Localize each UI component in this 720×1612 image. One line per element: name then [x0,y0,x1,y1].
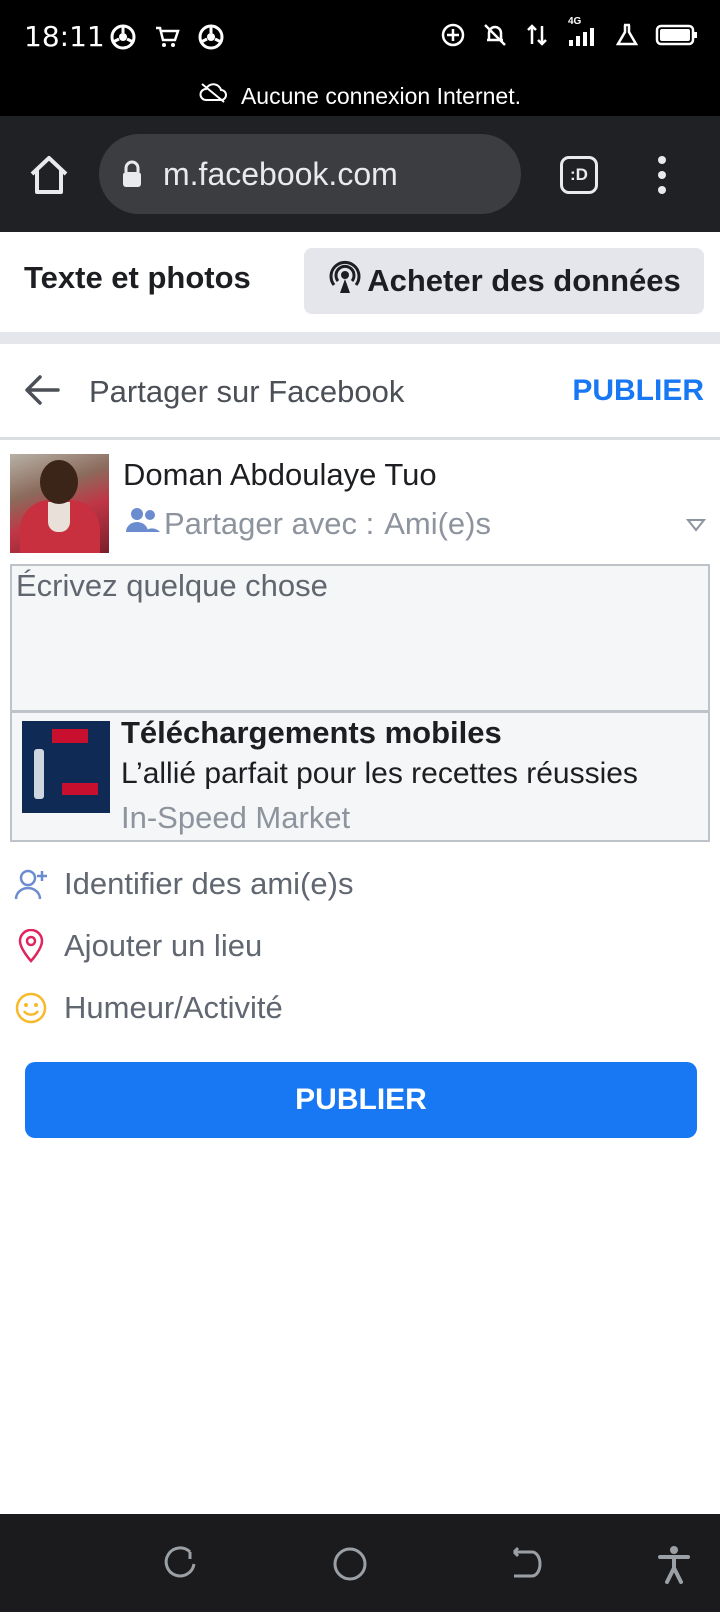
tab-switcher-button[interactable]: :D [560,156,598,194]
buy-data-label: Acheter des données [367,263,681,298]
home-icon[interactable] [26,152,72,198]
link-preview-card[interactable]: Téléchargements mobiles L’allié parfait … [10,712,710,842]
add-person-icon [14,867,48,901]
data-saver-icon [438,20,468,50]
more-menu-icon[interactable] [650,154,674,196]
add-place-label: Ajouter un lieu [64,928,263,963]
page-mode-title: Texte et photos [24,260,251,295]
audience-value: Ami(e)s [384,506,491,541]
offline-text: Aucune connexion Internet. [240,82,522,109]
share-title: Partager sur Facebook [89,374,405,409]
home-circle-icon[interactable] [330,1544,370,1584]
cart-icon [152,22,182,52]
thumbnail-badge [52,729,88,743]
status-notification-icons [108,22,226,52]
system-navigation-bar [0,1514,720,1612]
publish-button-label: PUBLIER [295,1083,427,1116]
share-header: Partager sur Facebook PUBLIER [0,344,720,440]
notifications-off-icon [480,20,510,50]
user-name: Doman Abdoulaye Tuo [123,457,437,492]
address-bar[interactable]: m.facebook.com [99,134,521,214]
thumbnail-product [34,749,44,799]
accessibility-icon[interactable] [654,1544,694,1584]
link-preview-description: L’allié parfait pour les recettes réussi… [121,757,638,790]
status-bar: 18:11 4G [0,0,720,76]
mood-action[interactable]: Humeur/Activité [14,990,283,1026]
browser-toolbar: m.facebook.com :D [0,116,720,232]
recent-apps-icon[interactable] [160,1544,200,1584]
lock-icon [119,159,145,189]
battery-icon [654,20,698,50]
back-arrow-icon[interactable] [22,370,62,410]
tag-friends-action[interactable]: Identifier des ami(e)s [14,866,353,902]
post-composer[interactable]: Écrivez quelque chose [10,564,710,712]
top-sub-bar: Texte et photos Acheter des données [0,232,720,332]
avatar-collar [48,502,70,532]
publish-header-button[interactable]: PUBLIER [572,374,704,408]
friends-icon [126,506,160,542]
data-transfer-icon [522,20,552,50]
flask-icon [612,20,642,50]
mood-label: Humeur/Activité [64,990,283,1025]
status-system-icons: 4G [438,16,698,50]
location-pin-icon [14,929,48,963]
back-nav-icon[interactable] [504,1544,544,1584]
status-time: 18:11 [24,20,105,53]
section-divider [0,332,720,344]
broadcast-icon [327,259,363,303]
thumbnail-price-tag [62,783,98,795]
tag-friends-label: Identifier des ami(e)s [64,866,354,901]
publish-button[interactable]: PUBLIER [25,1062,697,1138]
url-text: m.facebook.com [163,155,398,192]
chrome-icon [108,22,138,52]
offline-banner: Aucune connexion Internet. [0,76,720,116]
avatar-head [40,460,78,504]
buy-data-button[interactable]: Acheter des données [304,248,704,314]
link-preview-domain: In-Speed Market [121,800,351,835]
chevron-down-icon[interactable] [685,518,707,532]
cloud-off-icon [199,82,227,110]
audience-selector[interactable]: Partager avec : Ami(e)s [126,506,491,542]
chrome-icon [196,22,226,52]
add-place-action[interactable]: Ajouter un lieu [14,928,262,964]
smiley-icon [14,991,48,1025]
signal-4g-icon: 4G [564,16,600,50]
tab-switcher-label: :D [570,165,588,184]
network-type-label: 4G [568,16,582,27]
avatar [10,454,109,553]
link-preview-thumbnail [22,721,110,813]
audience-prefix: Partager avec : [164,506,375,541]
composer-placeholder: Écrivez quelque chose [16,568,328,603]
link-preview-title: Téléchargements mobiles [121,715,502,750]
